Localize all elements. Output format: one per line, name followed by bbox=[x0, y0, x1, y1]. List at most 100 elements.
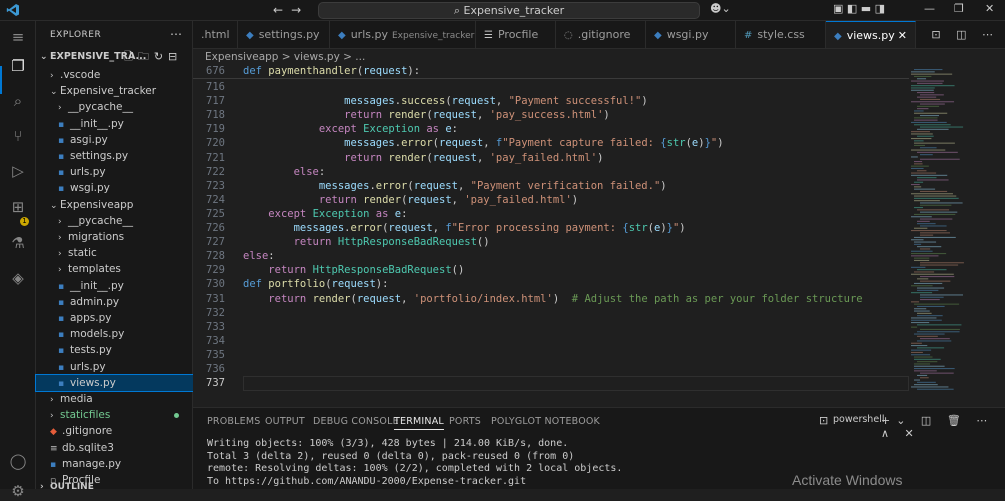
tree-item[interactable]: › __pycache__ bbox=[36, 213, 193, 229]
layout-icons[interactable]: ▣ ◧ ▬ ◨ bbox=[833, 2, 885, 15]
py-file-icon: ▪ bbox=[58, 362, 65, 373]
minimap-line bbox=[920, 377, 929, 379]
search-icon[interactable]: ⌕ bbox=[8, 91, 28, 111]
menu-icon[interactable]: ≡ bbox=[8, 27, 28, 47]
tree-item-label: db.sqlite3 bbox=[62, 441, 114, 454]
back-arrow-icon[interactable]: ← bbox=[273, 3, 291, 17]
panel-tab[interactable]: OUTPUT bbox=[265, 416, 305, 427]
minimap-line bbox=[917, 315, 943, 317]
vertical-scrollbar[interactable] bbox=[999, 65, 1005, 395]
tree-item[interactable]: ▪ tests.py bbox=[36, 342, 193, 358]
tree-item[interactable]: ⌄ Expensive_tracker bbox=[36, 83, 193, 99]
shell-name[interactable]: powershell bbox=[833, 414, 884, 425]
tree-item[interactable]: › static bbox=[36, 245, 193, 261]
editor-tab[interactable]: .html bbox=[193, 21, 238, 48]
tree-item[interactable]: ▪ settings.py bbox=[36, 148, 193, 164]
more-actions-icon[interactable]: ⋯ bbox=[170, 27, 182, 41]
tree-item[interactable]: ◆ .gitignore bbox=[36, 423, 193, 439]
panel-tab[interactable]: DEBUG CONSOLE bbox=[313, 416, 399, 427]
close-window-button[interactable]: ✕ bbox=[985, 2, 994, 15]
tree-item[interactable]: ▪ manage.py bbox=[36, 456, 193, 472]
tree-item[interactable]: ▪ apps.py bbox=[36, 310, 193, 326]
testing-icon[interactable]: ⚗ bbox=[8, 233, 28, 253]
minimap-line bbox=[914, 227, 928, 229]
minimap-line bbox=[914, 142, 955, 144]
tree-item-label: __pycache__ bbox=[68, 214, 133, 227]
minimap-line bbox=[917, 287, 945, 289]
copilot-icon[interactable]: ☻⌄ bbox=[710, 2, 731, 15]
minimap-line bbox=[914, 333, 945, 335]
extensions-icon[interactable]: ⊞ bbox=[8, 197, 28, 217]
editor-tab[interactable]: ◆ wsgi.py bbox=[646, 21, 736, 48]
forward-arrow-icon[interactable]: → bbox=[291, 3, 309, 17]
explorer-actions[interactable]: 🗋🗀↻⊟ bbox=[124, 49, 182, 65]
code-editor[interactable]: 676 def paymenthandler(request): 716 717 … bbox=[193, 65, 909, 395]
maximize-button[interactable]: ❐ bbox=[954, 2, 964, 15]
tree-item[interactable]: ▪ urls.py bbox=[36, 359, 193, 375]
editor-tab[interactable]: ◌ .gitignore bbox=[556, 21, 646, 48]
python-icon[interactable]: ◈ bbox=[8, 268, 28, 288]
panel-tab[interactable]: TERMINAL bbox=[394, 416, 444, 430]
run-debug-icon[interactable]: ▷ bbox=[8, 161, 28, 181]
tree-item-label: migrations bbox=[68, 231, 125, 243]
terminal-output[interactable]: Writing objects: 100% (3/3), 428 bytes |… bbox=[207, 438, 622, 488]
tree-item[interactable]: › .vscode bbox=[36, 67, 193, 83]
editor-tab[interactable]: # style.css bbox=[736, 21, 826, 48]
minimap-line bbox=[920, 262, 964, 264]
tree-item[interactable]: › templates bbox=[36, 261, 193, 277]
editor-tab[interactable]: ◆ urls.py Expensive_tracker bbox=[330, 21, 476, 48]
settings-icon[interactable]: ⚙ bbox=[8, 481, 28, 501]
minimap-line bbox=[920, 103, 945, 105]
tree-item[interactable]: ▪ models.py bbox=[36, 326, 193, 342]
title-bar: ←→ ⌕ Expensive_tracker ☻⌄ ▣ ◧ ▬ ◨ — ❐ ✕ bbox=[0, 0, 1005, 21]
panel-tab[interactable]: POLYGLOT NOTEBOOK bbox=[491, 416, 600, 427]
tree-item[interactable]: ≡ db.sqlite3 bbox=[36, 440, 193, 456]
git-file-icon: ◌ bbox=[564, 30, 573, 41]
minimap[interactable] bbox=[909, 65, 995, 395]
tree-item[interactable]: ⌄ Expensiveapp bbox=[36, 197, 193, 213]
code-line: messages.success(request, "Payment succe… bbox=[344, 95, 648, 108]
file-file-icon: ☰ bbox=[484, 30, 493, 41]
tree-item[interactable]: ▪ asgi.py bbox=[36, 132, 193, 148]
minimap-line bbox=[917, 335, 938, 337]
tree-item[interactable]: › __pycache__ bbox=[36, 99, 193, 115]
minimap-line bbox=[911, 80, 944, 82]
minimap-line bbox=[914, 308, 927, 310]
minimap-line bbox=[914, 75, 932, 77]
chevron-down-icon: ⌄ bbox=[50, 87, 58, 98]
editor-tab[interactable]: ◆ views.py ✕ bbox=[826, 21, 916, 48]
minimap-line bbox=[911, 101, 955, 103]
panel-actions[interactable]: +⌄ ◫ 🗑 ⋯ ∧ ✕ bbox=[881, 414, 1005, 440]
outline-section[interactable]: › OUTLINE bbox=[36, 479, 193, 495]
command-center-search[interactable]: ⌕ Expensive_tracker bbox=[318, 2, 700, 19]
tree-item-label: asgi.py bbox=[70, 133, 108, 146]
account-icon[interactable]: ◯ bbox=[8, 451, 28, 471]
tree-item[interactable]: › media bbox=[36, 391, 193, 407]
tree-item-label: .vscode bbox=[60, 69, 101, 81]
breadcrumb[interactable]: Expensiveapp > views.py > ... bbox=[205, 51, 365, 63]
tree-item[interactable]: ▪ __init__.py bbox=[36, 278, 193, 294]
tree-item[interactable]: ▪ wsgi.py bbox=[36, 180, 193, 196]
tree-item[interactable]: ▪ urls.py bbox=[36, 164, 193, 180]
close-tab-icon[interactable]: ✕ bbox=[898, 22, 907, 48]
tree-item-label: apps.py bbox=[70, 312, 112, 324]
editor-tab[interactable]: ◆ settings.py bbox=[238, 21, 330, 48]
vscode-logo-icon[interactable] bbox=[6, 3, 20, 17]
editor-tab[interactable]: ☰ Procfile bbox=[476, 21, 556, 48]
tree-item[interactable]: › migrations bbox=[36, 229, 193, 245]
source-control-icon[interactable]: ⑂ bbox=[8, 126, 28, 146]
explorer-icon[interactable]: ❐ bbox=[8, 56, 28, 76]
tree-item[interactable]: ▪ admin.py bbox=[36, 294, 193, 310]
sticky-scroll-header[interactable]: 676 def paymenthandler(request): bbox=[193, 65, 909, 79]
nav-arrows[interactable]: ←→ bbox=[273, 3, 309, 17]
minimize-button[interactable]: — bbox=[924, 2, 935, 15]
tree-item[interactable]: ▪ views.py bbox=[35, 373, 194, 392]
minimap-line bbox=[911, 193, 953, 195]
workspace-root[interactable]: ⌄ EXPENSIVE_TRA... 🗋🗀↻⊟ bbox=[36, 49, 193, 65]
tree-item[interactable]: › staticfiles bbox=[36, 407, 193, 423]
panel-tab[interactable]: PORTS bbox=[449, 416, 481, 427]
minimap-line bbox=[917, 223, 936, 225]
panel-tab[interactable]: PROBLEMS bbox=[207, 416, 260, 427]
tree-item[interactable]: ▪ __init__.py bbox=[36, 116, 193, 132]
minimap-line bbox=[911, 317, 937, 319]
